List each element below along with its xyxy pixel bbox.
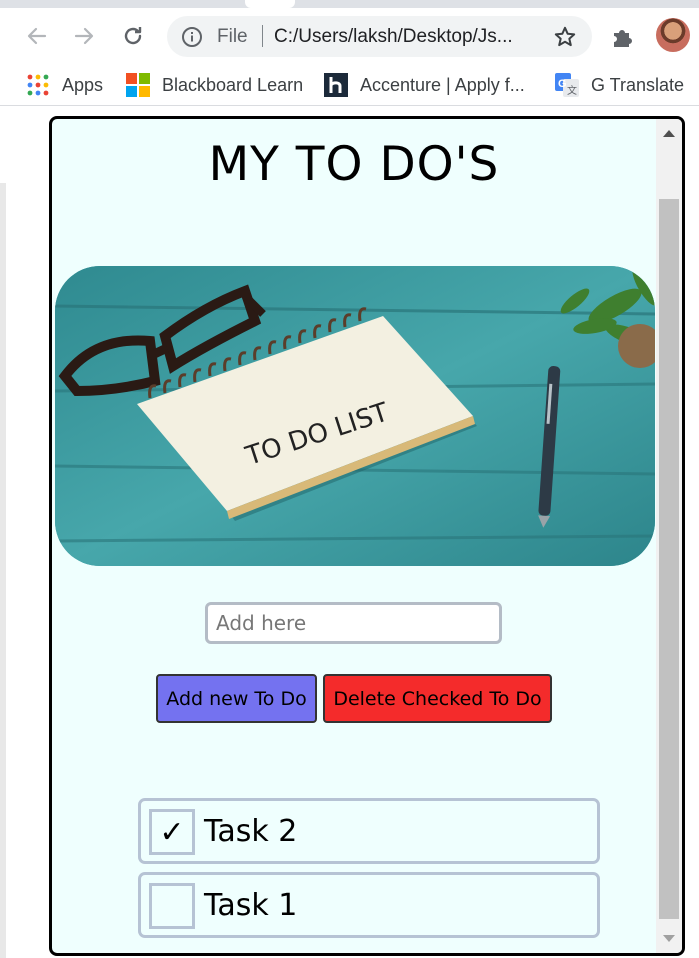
bookmark-label: Accenture | Apply f... <box>360 74 525 95</box>
bookmark-label: Blackboard Learn <box>162 74 304 95</box>
tab-strip <box>0 0 699 8</box>
todo-label: Task 1 <box>204 888 298 923</box>
bookmark-star-icon[interactable] <box>553 25 577 54</box>
delete-checked-button[interactable]: Delete Checked To Do <box>323 674 552 723</box>
url-text[interactable]: C:/Users/laksh/Desktop/Js... <box>274 26 513 48</box>
extensions-puzzle-icon[interactable] <box>610 24 636 55</box>
url-separator <box>262 25 263 47</box>
page-viewport: MY TO DO'S TO DO LIST Add here Add new T… <box>0 107 699 958</box>
scroll-down-arrow-icon[interactable] <box>663 935 675 942</box>
bookmark-blackboard-learn[interactable]: Blackboard Learn <box>126 72 303 98</box>
window-edge <box>0 183 6 958</box>
h-logo-icon <box>324 73 348 97</box>
scrollbar-thumb[interactable] <box>659 199 679 919</box>
back-arrow-icon <box>27 27 47 45</box>
todo-item: ✓ Task 2 <box>138 798 600 864</box>
bookmarks-bar: Apps Blackboard Learn Accenture | Apply … <box>0 64 699 106</box>
scroll-up-arrow-icon[interactable] <box>663 130 675 137</box>
add-todo-button[interactable]: Add new To Do <box>156 674 317 723</box>
profile-avatar[interactable] <box>656 18 690 52</box>
bookmark-accenture[interactable]: Accenture | Apply f... <box>324 72 525 98</box>
vertical-scrollbar[interactable] <box>656 119 682 953</box>
microsoft-logo-icon <box>126 73 150 97</box>
back-button[interactable] <box>21 20 53 52</box>
bookmark-google-translate[interactable]: G文 G Translate <box>555 72 684 98</box>
todo-list-hero-image: TO DO LIST <box>55 266 655 566</box>
todo-label: Task 2 <box>204 814 298 849</box>
active-tab[interactable] <box>245 0 295 8</box>
todo-checkbox[interactable]: ✓ <box>149 809 195 855</box>
todo-checkbox[interactable] <box>149 883 195 929</box>
reload-icon <box>124 27 142 45</box>
bookmark-label: G Translate <box>591 74 685 95</box>
todo-item: Task 1 <box>138 872 600 938</box>
reload-button[interactable] <box>117 20 149 52</box>
google-translate-icon: G文 <box>555 73 579 97</box>
url-scheme-label: File <box>217 26 248 47</box>
apps-grid-icon <box>26 73 50 97</box>
page-title: MY TO DO'S <box>208 137 500 192</box>
address-bar[interactable]: File C:/Users/laksh/Desktop/Js... <box>167 16 592 57</box>
svg-text:文: 文 <box>567 84 577 97</box>
bookmark-label: Apps <box>62 74 104 95</box>
browser-toolbar: File C:/Users/laksh/Desktop/Js... <box>0 8 699 64</box>
forward-arrow-icon <box>74 27 94 45</box>
new-todo-input[interactable] <box>205 602 502 644</box>
info-icon[interactable] <box>181 26 203 53</box>
forward-button[interactable] <box>68 20 100 52</box>
todo-app-container: MY TO DO'S TO DO LIST Add here Add new T… <box>49 116 685 956</box>
svg-text:G: G <box>558 78 567 90</box>
bookmark-apps[interactable]: Apps <box>26 72 103 98</box>
